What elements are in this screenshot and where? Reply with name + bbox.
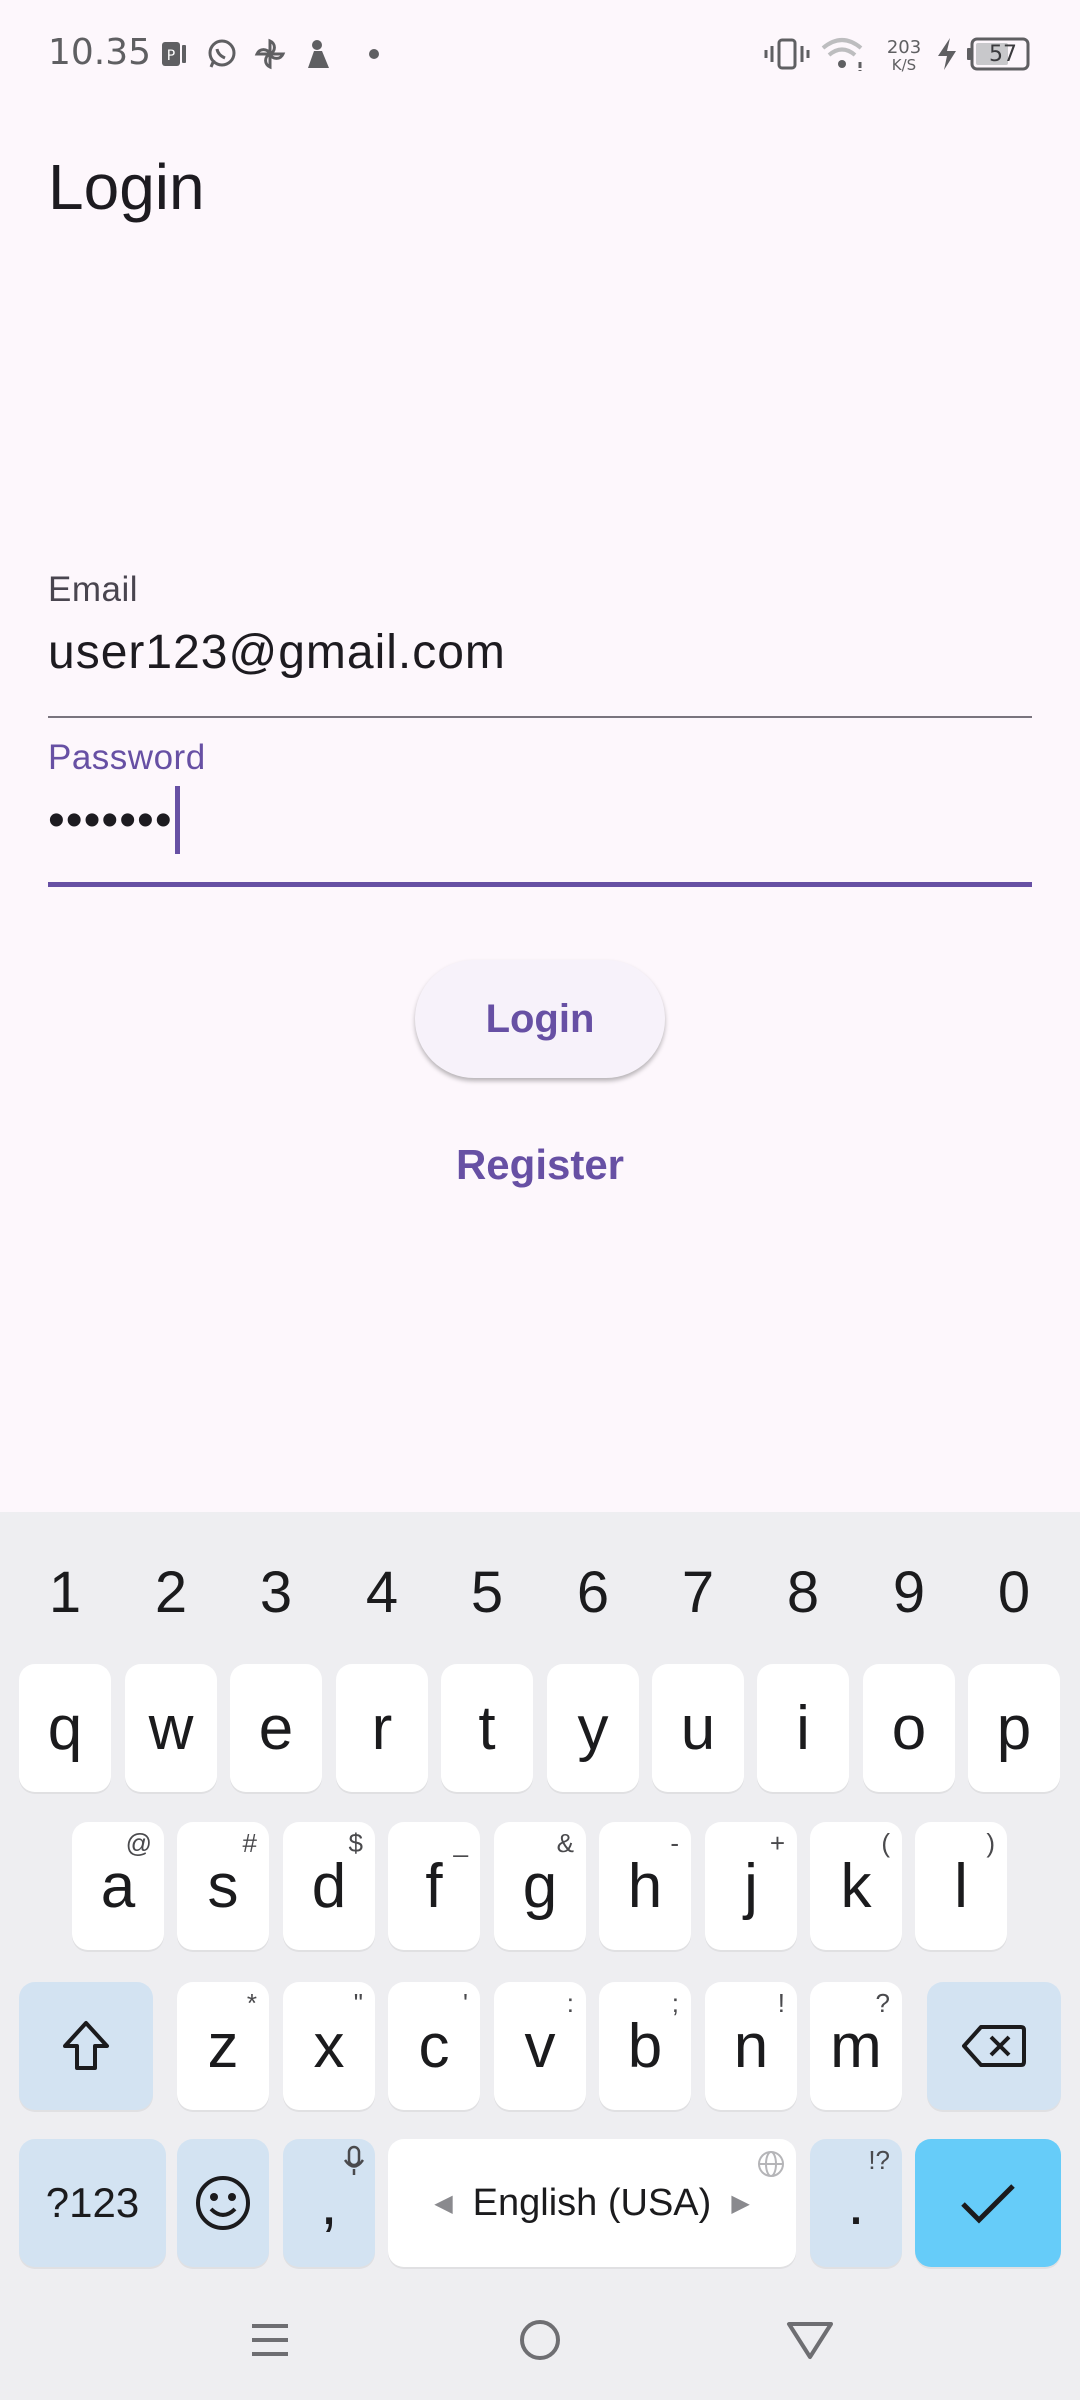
app-icon (300, 34, 336, 74)
key-e[interactable]: e (230, 1664, 322, 1792)
battery-icon: 57 (966, 34, 1034, 74)
key-m[interactable]: m? (810, 1982, 902, 2110)
space-key[interactable]: ◀ English (USA) ▶ (388, 2139, 796, 2267)
email-input[interactable]: user123@gmail.com (48, 622, 1032, 682)
home-button[interactable] (490, 2300, 590, 2380)
password-underline (48, 882, 1032, 887)
key-x[interactable]: x " (283, 1982, 375, 2110)
key-t[interactable]: t (441, 1664, 533, 1792)
key-0[interactable]: 0 (964, 1532, 1064, 1652)
back-triangle-icon (787, 2322, 833, 2359)
menu-icon (252, 2324, 288, 2356)
key-v[interactable]: v: (494, 1982, 586, 2110)
key-7[interactable]: 7 (648, 1532, 748, 1652)
language-left-arrow-icon: ◀ (434, 2189, 453, 2217)
email-field[interactable]: Email user123@gmail.com (48, 570, 1032, 720)
number-row: 1 2 3 4 5 6 7 8 9 0 (0, 1532, 1080, 1652)
key-w[interactable]: w (125, 1664, 217, 1792)
key-o[interactable]: o (863, 1664, 955, 1792)
symbols-key[interactable]: ?123 (19, 2139, 166, 2267)
email-underline (48, 716, 1032, 718)
key-1[interactable]: 1 (15, 1532, 115, 1652)
password-label: Password (48, 738, 206, 777)
email-label: Email (48, 570, 139, 609)
recent-apps-button[interactable] (220, 2300, 320, 2380)
period-key[interactable]: . !? (810, 2139, 902, 2267)
key-3[interactable]: 3 (226, 1532, 326, 1652)
globe-icon (758, 2151, 784, 2177)
key-5[interactable]: 5 (437, 1532, 537, 1652)
emoji-key[interactable] (177, 2139, 269, 2267)
key-9[interactable]: 9 (859, 1532, 959, 1652)
key-k[interactable]: k( (810, 1822, 902, 1950)
charging-icon (932, 34, 962, 74)
backspace-icon (962, 2025, 1026, 2067)
key-n[interactable]: n! (705, 1982, 797, 2110)
password-input[interactable]: ••••••• (48, 786, 1032, 854)
key-2[interactable]: 2 (121, 1532, 221, 1652)
status-time: 10.35 (48, 32, 152, 73)
notification-app-icon: P (158, 34, 190, 74)
navigation-bar (0, 2280, 1080, 2400)
space-language-label: English (USA) (472, 2181, 712, 2224)
dot-icon (364, 34, 384, 74)
comma-key[interactable]: , (283, 2139, 375, 2267)
microphone-icon (343, 2145, 365, 2175)
back-button[interactable] (760, 2300, 860, 2380)
shift-key[interactable] (19, 1982, 153, 2110)
key-g[interactable]: g & (494, 1822, 586, 1950)
key-i[interactable]: i (757, 1664, 849, 1792)
key-8[interactable]: 8 (753, 1532, 853, 1652)
soft-keyboard: 1 2 3 4 5 6 7 8 9 0 q w e r t y u i o p … (0, 1512, 1080, 2400)
key-f[interactable]: f _ (388, 1822, 480, 1950)
page-title: Login (48, 151, 205, 223)
key-h[interactable]: h- (599, 1822, 691, 1950)
password-field[interactable]: Password ••••••• (48, 738, 1032, 890)
password-value: ••••••• (48, 793, 173, 847)
key-s[interactable]: s # (177, 1822, 269, 1950)
whatsapp-icon (204, 34, 240, 74)
key-q[interactable]: q (19, 1664, 111, 1792)
key-l[interactable]: l) (915, 1822, 1007, 1950)
key-c[interactable]: c ' (388, 1982, 480, 2110)
status-bar: 10.35 P 203 K/S 57 (0, 0, 1080, 110)
emoji-icon (196, 2176, 250, 2230)
key-b[interactable]: b; (599, 1982, 691, 2110)
login-button[interactable]: Login (415, 960, 665, 1078)
key-4[interactable]: 4 (332, 1532, 432, 1652)
key-d[interactable]: d $ (283, 1822, 375, 1950)
key-p[interactable]: p (968, 1664, 1060, 1792)
key-y[interactable]: y (547, 1664, 639, 1792)
network-speed: 203 K/S (886, 37, 922, 74)
wifi-icon (818, 34, 866, 74)
svg-text:P: P (167, 48, 175, 64)
backspace-key[interactable] (927, 1982, 1061, 2110)
language-right-arrow-icon: ▶ (731, 2189, 750, 2217)
enter-key[interactable] (915, 2139, 1061, 2267)
key-u[interactable]: u (652, 1664, 744, 1792)
key-z[interactable]: z * (177, 1982, 269, 2110)
checkmark-icon (961, 2184, 1015, 2224)
key-j[interactable]: j + (705, 1822, 797, 1950)
vibrate-icon (764, 34, 810, 74)
pinwheel-icon (252, 34, 288, 74)
key-6[interactable]: 6 (543, 1532, 643, 1652)
text-caret (174, 786, 180, 854)
shift-icon (63, 2021, 109, 2070)
key-r[interactable]: r (336, 1664, 428, 1792)
register-link[interactable]: Register (440, 1130, 640, 1200)
key-a[interactable]: a @ (72, 1822, 164, 1950)
home-circle-icon (520, 2320, 560, 2360)
